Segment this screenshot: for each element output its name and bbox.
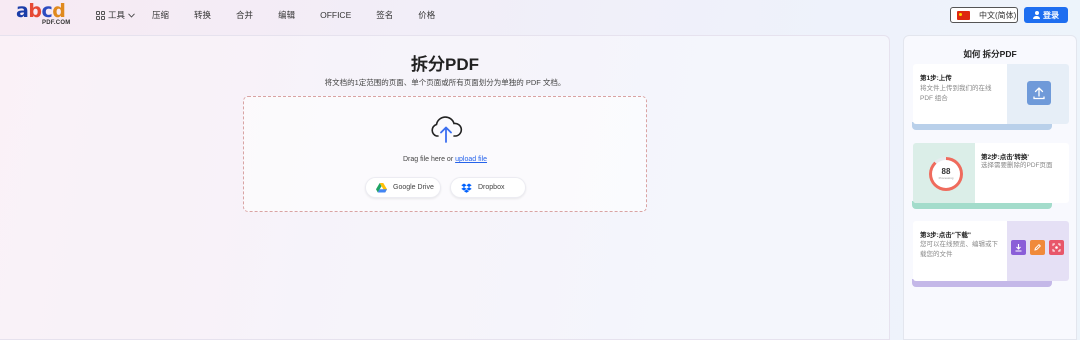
step-card-download: 第3步:点击"下载" 您可以在线预览、编辑或下载您的文件 [913, 221, 1069, 281]
step-description: 选择需要删除的PDF页面 [981, 162, 1053, 169]
logo-letter: c [41, 0, 53, 22]
nav-item-compress[interactable]: 压缩 [152, 9, 169, 21]
edit-icon [1030, 240, 1045, 255]
nav-item-pricing[interactable]: 价格 [418, 9, 435, 21]
file-dropzone[interactable]: Drag file here or upload file Google Dri… [243, 96, 647, 212]
user-icon [1033, 11, 1040, 19]
logo-subtitle: PDF.COM [42, 20, 71, 26]
language-label: 中文(简体) [979, 10, 1017, 20]
dropbox-label: Dropbox [478, 184, 505, 191]
how-to-title: 如何 拆分PDF [963, 49, 1017, 59]
china-flag-icon [957, 10, 970, 20]
nav-item-merge[interactable]: 合并 [236, 9, 253, 21]
login-label: 登录 [1043, 10, 1059, 20]
grid-icon [96, 10, 105, 20]
step-card-convert: 88 Processing 第2步:点击'转换' 选择需要删除的PDF页面 [913, 143, 1069, 203]
step-description: 您可以在线预览、编辑或下载您的文件 [920, 241, 998, 258]
dropbox-icon [461, 183, 472, 193]
logo-letter: a [16, 0, 29, 22]
drag-text: Drag file here or [402, 156, 456, 163]
top-navbar: a b c d PDF.COM 工具 压缩 转换 合并 编辑 OFFICE 签名… [0, 0, 1080, 32]
logo-letter: d [52, 0, 66, 22]
google-drive-label: Google Drive [393, 184, 434, 191]
gauge-value: 88 [941, 167, 951, 176]
step-illustration: 88 Processing [913, 143, 975, 203]
step-card-upload: 第1步:上传 将文件上传到我们的在线PDF 组合 [913, 64, 1069, 124]
progress-gauge-icon: 88 Processing [929, 157, 963, 191]
login-button[interactable]: 登录 [1024, 7, 1068, 23]
preview-icon [1049, 240, 1064, 255]
step-title: 第2步:点击'转换' [981, 154, 1029, 161]
nav-item-office[interactable]: OFFICE [320, 10, 351, 20]
google-drive-button[interactable]: Google Drive [365, 177, 441, 198]
step-title: 第1步:上传 [920, 75, 952, 82]
upload-icon [1027, 81, 1051, 105]
page-title: 拆分PDF [411, 55, 479, 74]
google-drive-icon [376, 182, 387, 192]
step-title: 第3步:点击"下载" [920, 232, 971, 239]
chevron-down-icon [128, 12, 135, 18]
how-to-panel: 如何 拆分PDF 第1步:上传 将文件上传到我们的在线PDF 组合 88 Pro… [903, 35, 1077, 340]
upload-file-link[interactable]: upload file [455, 156, 487, 163]
nav-item-edit[interactable]: 编辑 [278, 9, 295, 21]
language-selector[interactable]: 中文(简体) [950, 7, 1018, 23]
dropbox-button[interactable]: Dropbox [450, 177, 526, 198]
main-nav: 工具 压缩 转换 合并 编辑 OFFICE 签名 价格 [96, 9, 435, 21]
nav-tools-menu[interactable]: 工具 [96, 9, 135, 21]
nav-item-sign[interactable]: 签名 [376, 9, 393, 21]
step-illustration [1007, 64, 1069, 124]
nav-item-convert[interactable]: 转换 [194, 9, 211, 21]
logo-letter: b [28, 0, 42, 22]
step-description: 将文件上传到我们的在线PDF 组合 [920, 85, 992, 102]
gauge-label: Processing [938, 176, 954, 180]
nav-tools-label: 工具 [108, 10, 126, 20]
download-icon [1011, 240, 1026, 255]
cloud-upload-icon [431, 116, 463, 143]
step-illustration [1007, 221, 1069, 281]
abcd-pdf-logo[interactable]: a b c d PDF.COM [16, 2, 72, 30]
drag-instructions: Drag file here or upload file [244, 156, 646, 163]
page-subtitle: 将文档的1定范围的页面、单个页面或所有页面划分为单独的 PDF 文档。 [324, 78, 566, 87]
